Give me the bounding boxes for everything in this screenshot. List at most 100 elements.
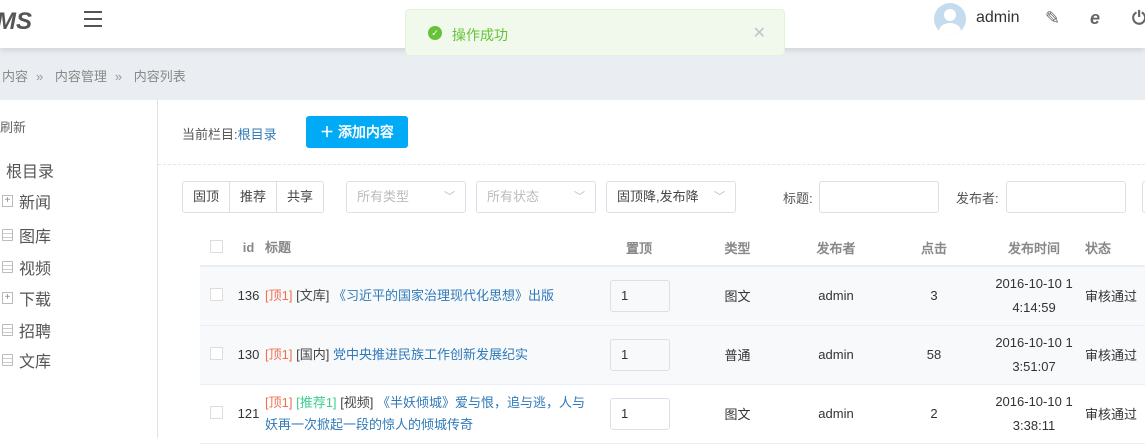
tree-node-label: 新闻 <box>19 195 52 212</box>
document-icon <box>2 354 13 366</box>
tree-node-video[interactable]: 视频 <box>2 255 51 279</box>
category-tag: [视频] <box>340 394 374 410</box>
column-header[interactable]: id <box>232 230 265 267</box>
category-tag: [文库] <box>296 287 330 303</box>
current-category-label: 当前栏目: <box>182 127 238 142</box>
check-circle-icon: ✓ <box>428 26 442 40</box>
title-cell: [顶1] [国内] 党中央推进民族工作创新发展纪实 <box>265 325 590 385</box>
pin-order-input[interactable]: 1 <box>610 279 670 312</box>
close-icon[interactable]: ✕ <box>753 23 766 43</box>
status-cell: 审核通过 <box>1085 325 1145 385</box>
success-toast: ✓ 操作成功 ✕ <box>405 9 785 56</box>
sort-select[interactable]: 固顶降,发布降 ﹀ <box>606 181 736 213</box>
type-select-value: 所有类型 <box>357 189 410 204</box>
tree-node-gallery[interactable]: 图库 <box>2 223 51 247</box>
top-tag: [顶1] <box>265 394 293 410</box>
tree-node-news[interactable]: + 新闻 <box>2 189 51 213</box>
title-filter-input[interactable] <box>819 181 939 213</box>
time-cell: 2016-10-10 14:14:59 <box>983 266 1085 326</box>
pin-order-input[interactable]: 1 <box>610 397 670 430</box>
row-checkbox[interactable] <box>209 405 223 419</box>
sort-select-value: 固顶降,发布降 <box>617 189 699 204</box>
add-content-button[interactable]: ＋ 添加内容 <box>306 116 408 148</box>
publish-time: 2016-10-10 13:38:11 <box>995 393 1073 433</box>
plus-icon: ＋ <box>320 124 335 140</box>
column-header: 标题 <box>265 230 590 267</box>
title-link[interactable]: 党中央推进民族工作创新发展纪实 <box>333 347 528 362</box>
tree-node-library[interactable]: 文库 <box>2 348 51 372</box>
time-cell: 2016-10-10 13:38:11 <box>983 384 1085 444</box>
logo: MS <box>0 8 32 35</box>
title-link[interactable]: 《习近平的国家治理现代化思想》出版 <box>333 288 554 303</box>
breadcrumb-item[interactable]: 内容管理 <box>55 69 107 84</box>
title-cell: [顶1] [文库] 《习近平的国家治理现代化思想》出版 <box>265 266 590 326</box>
current-category-link[interactable]: 根目录 <box>238 127 277 142</box>
browser-icon[interactable]: e <box>1090 8 1100 29</box>
filter-share-button[interactable]: 共享 <box>277 182 323 212</box>
tree-root[interactable]: 根目录 <box>6 158 54 182</box>
category-sidebar: 刷新 根目录 + 新闻 图库 视频 + 下载 招聘 文库 <box>0 100 158 438</box>
tree-node-download[interactable]: + 下载 <box>2 286 51 310</box>
top-tag: [顶1] <box>265 287 293 303</box>
id-cell: 121 <box>232 384 265 444</box>
select-cell <box>200 384 232 444</box>
type-cell: 图文 <box>688 384 787 444</box>
tree-node-label: 文库 <box>19 354 52 371</box>
username[interactable]: admin <box>976 9 1020 27</box>
expand-icon[interactable]: + <box>2 292 13 304</box>
status-select-value: 所有状态 <box>487 189 540 204</box>
column-header: 发布时间 <box>983 230 1085 267</box>
power-icon[interactable]: ⏻ <box>1132 8 1145 29</box>
document-icon <box>2 229 13 241</box>
refresh-link[interactable]: 刷新 <box>0 117 26 136</box>
tree-node-label: 下载 <box>19 292 52 309</box>
table-row: 130 [顶1] [国内] 党中央推进民族工作创新发展纪实 1 普通 admin… <box>200 325 1145 385</box>
content-main: 当前栏目:根目录 ＋ 添加内容 固顶 推荐 共享 所有类型 ﹀ 所有状态 ﹀ 固顶降… <box>158 100 1145 444</box>
clicks-cell: 3 <box>885 266 983 326</box>
tree-node-jobs[interactable]: 招聘 <box>2 318 51 342</box>
column-header: 类型 <box>688 230 787 267</box>
publisher-filter-input[interactable] <box>1006 181 1126 213</box>
filter-recommend-button[interactable]: 推荐 <box>230 182 278 212</box>
breadcrumb-item[interactable]: 内容 <box>2 69 28 84</box>
chevron-down-icon: ﹀ <box>714 191 725 203</box>
type-select[interactable]: 所有类型 ﹀ <box>346 181 466 213</box>
publisher-filter-label: 发布者: <box>956 191 999 206</box>
pin-cell: 1 <box>590 325 688 385</box>
recommend-tag: [推荐1] <box>296 394 337 410</box>
row-checkbox[interactable] <box>209 346 223 360</box>
current-category: 当前栏目:根目录 <box>182 124 277 143</box>
row-checkbox[interactable] <box>209 287 223 301</box>
pin-order-input[interactable]: 1 <box>610 338 670 371</box>
user-edit-icon[interactable]: ✎ <box>1045 8 1060 29</box>
filter-top-button[interactable]: 固顶 <box>183 182 231 212</box>
table-row: 121 [顶1] [推荐1] [视频] 《半妖倾城》爱与恨，追与逃，人与妖再一次… <box>200 384 1145 444</box>
document-icon <box>2 324 13 336</box>
table-header: id 标题 置顶 类型 发布者 点击 发布时间 状态 <box>200 230 1145 267</box>
publisher-cell: admin <box>787 384 885 444</box>
pin-cell: 1 <box>590 266 688 326</box>
id-cell: 136 <box>232 266 265 326</box>
publish-time: 2016-10-10 14:14:59 <box>995 275 1073 315</box>
divider <box>158 164 1145 165</box>
title-filter-label: 标题: <box>783 191 813 206</box>
select-all-checkbox[interactable] <box>209 239 223 253</box>
expand-icon[interactable]: + <box>2 195 13 207</box>
status-cell: 审核通过 <box>1085 266 1145 326</box>
menu-toggle-icon[interactable] <box>84 11 102 27</box>
document-icon <box>2 261 13 273</box>
select-cell <box>200 325 232 385</box>
add-content-label: 添加内容 <box>337 124 394 140</box>
title-cell: [顶1] [推荐1] [视频] 《半妖倾城》爱与恨，追与逃，人与妖再一次掀起一段… <box>265 384 590 444</box>
table-row: 136 [顶1] [文库] 《习近平的国家治理现代化思想》出版 1 图文 adm… <box>200 266 1145 326</box>
time-cell: 2016-10-10 13:51:07 <box>983 325 1085 385</box>
content-table: id 标题 置顶 类型 发布者 点击 发布时间 状态 136 [顶1] [文库]… <box>200 230 1145 444</box>
clicks-cell: 58 <box>885 325 983 385</box>
pin-cell: 1 <box>590 384 688 444</box>
select-cell <box>200 266 232 326</box>
column-header: 置顶 <box>590 230 688 267</box>
column-header: 状态 <box>1085 230 1145 267</box>
avatar[interactable] <box>934 3 966 35</box>
status-select[interactable]: 所有状态 ﹀ <box>476 181 596 213</box>
flag-filter-group: 固顶 推荐 共享 <box>182 181 325 213</box>
